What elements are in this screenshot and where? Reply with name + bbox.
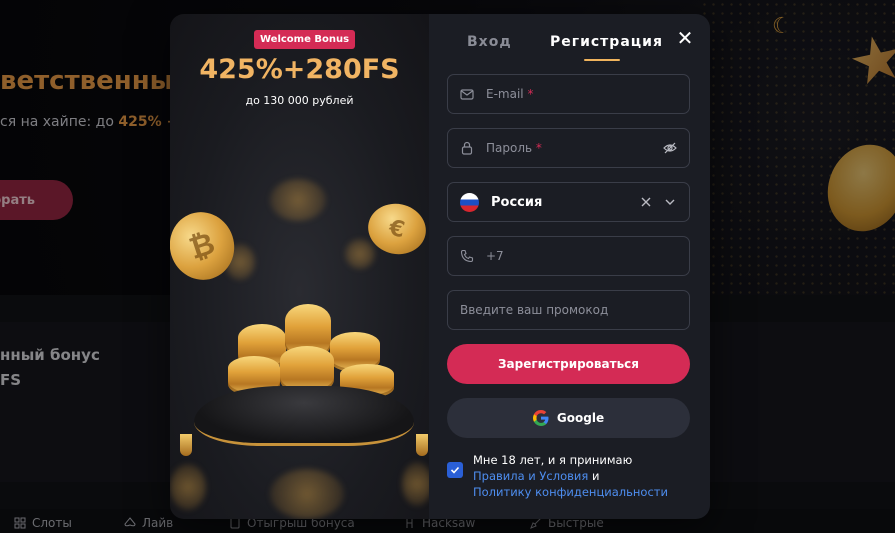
consent-checkbox[interactable] xyxy=(447,462,463,478)
clear-icon[interactable] xyxy=(639,195,653,209)
password-placeholder: Пароль * xyxy=(486,141,542,155)
consent-terms-line: Правила и Условия и xyxy=(473,468,668,484)
phone-icon xyxy=(460,249,474,263)
phone-field[interactable]: +7 xyxy=(447,236,690,276)
mail-icon xyxy=(460,89,474,100)
auth-tabs: Вход Регистрация xyxy=(429,34,710,64)
blurred-coin xyxy=(270,469,344,519)
check-icon xyxy=(450,466,460,474)
russia-flag-icon xyxy=(460,192,479,212)
password-actions xyxy=(663,141,677,155)
consent-line: Мне 18 лет, и я принимаю xyxy=(473,453,633,467)
age-consent: Мне 18 лет, и я принимаю Правила и Услов… xyxy=(447,452,697,500)
active-tab-indicator xyxy=(584,59,620,61)
promo-code-placeholder: Введите ваш промокод xyxy=(460,303,609,317)
email-field[interactable]: E-mail * xyxy=(447,74,690,114)
registration-modal: Welcome Bonus 425%+280FS до 130 000 рубл… xyxy=(170,14,710,519)
bonus-amount: 425%+280FS xyxy=(199,54,400,85)
email-placeholder-text: E-mail xyxy=(486,87,524,101)
country-select[interactable]: Россия xyxy=(447,182,690,222)
promo-code-field[interactable]: Введите ваш промокод xyxy=(447,290,690,330)
tassel-decoration xyxy=(416,434,428,456)
required-mark: * xyxy=(527,87,534,101)
lock-icon xyxy=(461,141,473,155)
email-placeholder: E-mail * xyxy=(486,87,533,101)
privacy-policy-link[interactable]: Политику конфиденциальности xyxy=(473,485,668,499)
required-mark: * xyxy=(535,141,542,155)
tassel-decoration xyxy=(180,434,192,456)
blurred-coin xyxy=(170,464,206,510)
welcome-bonus-badge: Welcome Bonus xyxy=(254,30,356,49)
blurred-coin xyxy=(345,239,375,269)
pillow-decoration xyxy=(194,386,414,446)
phone-prefix: +7 xyxy=(486,249,504,263)
blurred-coin xyxy=(402,462,432,506)
password-field[interactable]: Пароль * xyxy=(447,128,690,168)
consent-text: Мне 18 лет, и я принимаю Правила и Услов… xyxy=(473,452,668,500)
google-icon xyxy=(532,410,549,426)
register-button[interactable]: Зарегистрироваться xyxy=(447,344,690,384)
tab-login[interactable]: Вход xyxy=(467,34,512,50)
country-value: Россия xyxy=(491,194,543,210)
google-label: Google xyxy=(556,411,605,425)
close-icon[interactable]: ✕ xyxy=(675,28,695,48)
tab-register[interactable]: Регистрация xyxy=(550,34,663,50)
registration-form: Вход Регистрация ✕ E-mail * Пароль * Рос… xyxy=(429,14,710,519)
bonus-subtitle: до 130 000 рублей xyxy=(245,94,354,107)
chevron-down-icon[interactable] xyxy=(663,195,677,209)
country-actions xyxy=(639,195,677,209)
password-placeholder-text: Пароль xyxy=(486,141,533,155)
eye-off-icon[interactable] xyxy=(663,141,677,155)
consent-privacy-line: Политику конфиденциальности xyxy=(473,484,668,500)
welcome-bonus-panel: Welcome Bonus 425%+280FS до 130 000 рубл… xyxy=(170,14,432,519)
google-signin-button[interactable]: Google xyxy=(447,398,690,438)
blurred-coin xyxy=(270,179,326,221)
consent-and: и xyxy=(588,469,600,483)
terms-link[interactable]: Правила и Условия xyxy=(473,469,588,483)
